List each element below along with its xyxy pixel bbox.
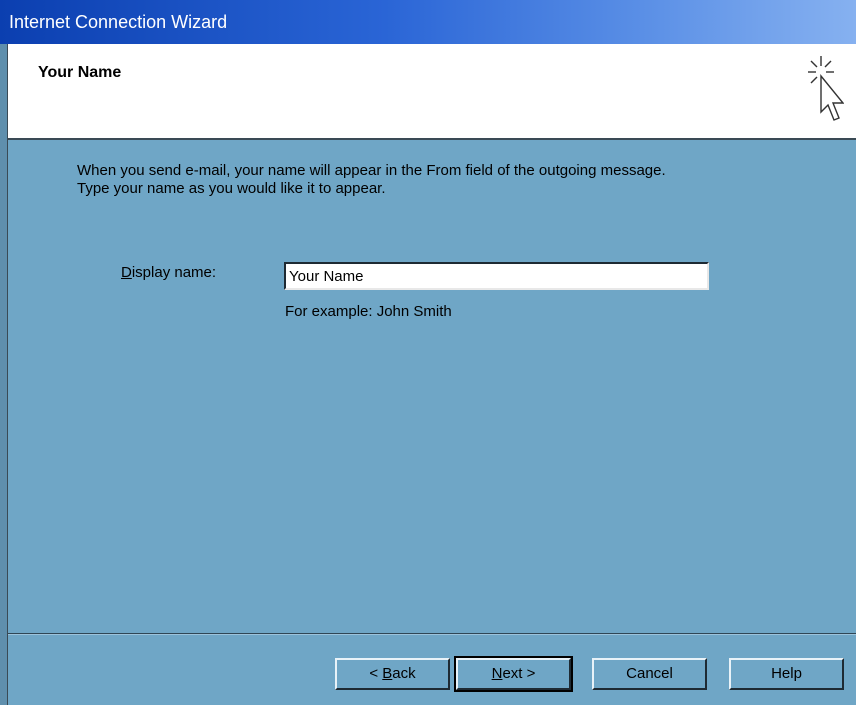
window-title: Internet Connection Wizard xyxy=(9,12,228,32)
description-line-1: When you send e-mail, your name will app… xyxy=(77,162,666,179)
left-edge xyxy=(0,44,8,705)
display-name-label-text: isplay name: xyxy=(131,264,217,281)
help-button-label: Help xyxy=(771,665,802,682)
back-button-accel: B xyxy=(382,665,393,682)
display-name-label: Display name: xyxy=(121,264,216,281)
cancel-button[interactable]: Cancel xyxy=(592,658,707,690)
next-button[interactable]: Next > xyxy=(454,656,573,692)
next-button-label: ext > xyxy=(502,665,536,682)
back-button[interactable]: < Back xyxy=(335,658,450,690)
back-button-prefix: < xyxy=(369,665,383,682)
window-title-bar[interactable]: Internet Connection Wizard xyxy=(0,0,856,44)
cancel-button-label: Cancel xyxy=(626,665,673,682)
display-name-label-accel: D xyxy=(121,264,132,281)
footer-divider xyxy=(8,633,856,635)
wizard-cursor-icon xyxy=(808,56,844,121)
wizard-header: Your Name xyxy=(8,44,856,140)
page-title: Your Name xyxy=(38,64,122,81)
back-button-label: ack xyxy=(392,665,416,682)
next-button-accel: N xyxy=(491,665,503,682)
example-text: For example: John Smith xyxy=(285,303,452,320)
display-name-input[interactable] xyxy=(284,262,709,290)
description: When you send e-mail, your name will app… xyxy=(77,162,666,198)
description-line-2: Type your name as you would like it to a… xyxy=(77,180,386,197)
help-button[interactable]: Help xyxy=(729,658,844,690)
